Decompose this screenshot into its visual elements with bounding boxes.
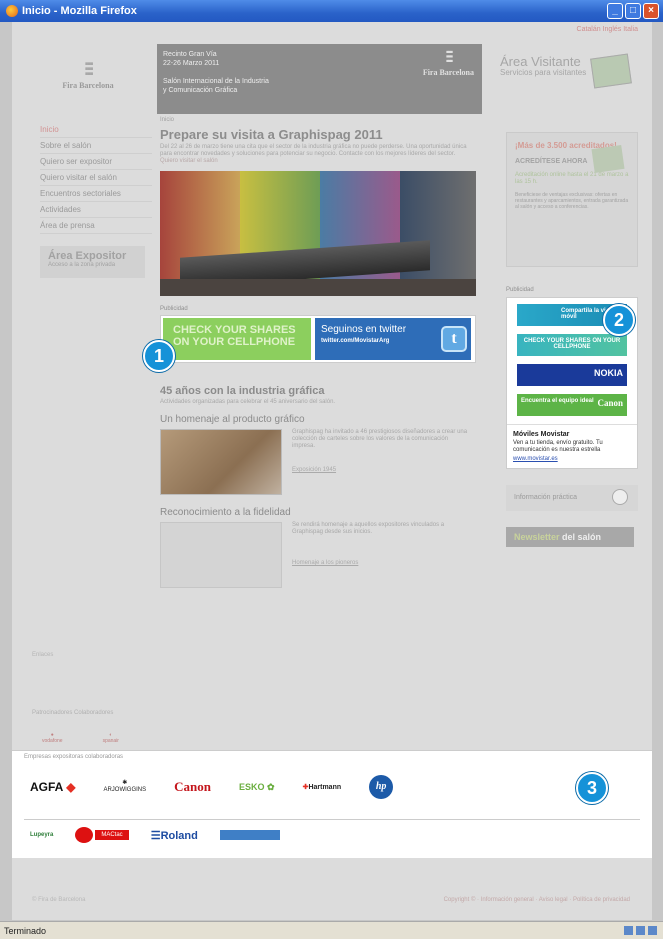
- nav-item-actividades[interactable]: Actividades: [40, 202, 152, 218]
- logo-mactac[interactable]: MACtac: [75, 827, 129, 843]
- ad-check-shares[interactable]: CHECK YOUR SHARES ON YOUR CELLPHONE: [163, 318, 311, 360]
- nav-item-inicio[interactable]: Inicio: [40, 122, 152, 138]
- s2-link[interactable]: Homenaje a los pioneros: [292, 560, 358, 566]
- sponsor-logo-1[interactable]: ● vodafone: [42, 732, 63, 744]
- twitter-icon: t: [441, 326, 467, 352]
- section-sub: Actividades organizadas para celebrar el…: [160, 399, 336, 405]
- page-title: Prepare su visita a Graphispag 2011: [160, 127, 383, 142]
- credential-icon: [591, 145, 625, 173]
- ad-canon[interactable]: Encuentra el equipo ideal Canon: [517, 394, 627, 416]
- badge-2: 2: [603, 304, 635, 336]
- logo-row-1: AGFA ◆ ✱ ARJOWIGGINS Canon ESKO ✿ ✚Hartma…: [30, 775, 394, 799]
- ad-check-shares-small[interactable]: CHECK YOUR SHARES ON YOUR CELLPHONE: [517, 334, 627, 356]
- intro-text: Del 22 al 26 de marzo tiene una cita que…: [160, 144, 467, 164]
- logo-hp[interactable]: hp: [369, 775, 394, 799]
- area-visitante[interactable]: Área Visitante Servicios para visitantes: [500, 53, 640, 112]
- language-links[interactable]: Catalán Inglés Italia: [577, 26, 638, 33]
- s1-block: Graphispag ha invitado a 46 prestigiosos…: [160, 429, 476, 499]
- intro-link[interactable]: Quiero visitar el salón: [160, 158, 218, 164]
- sponsors-heading: Patrocinadores Colaboradores: [32, 710, 114, 716]
- hero-image: [160, 171, 476, 296]
- badge-card-icon: [590, 53, 632, 89]
- logo-lupeyra[interactable]: Lupeyra: [30, 832, 53, 838]
- browser-window: Inicio - Mozilla Firefox _ □ × Catalán I…: [0, 0, 663, 939]
- nav-item-expositor[interactable]: Quiero ser expositor: [40, 154, 152, 170]
- s2-image[interactable]: [160, 522, 282, 588]
- logo-esko[interactable]: ESKO ✿: [239, 782, 275, 793]
- s2-block: Se rendirá homenaje a aquellos expositor…: [160, 522, 476, 592]
- status-bar: Terminado: [0, 921, 663, 939]
- moviles-movistar-ad[interactable]: Móviles Movistar Ven a tu tienda, envío …: [507, 424, 637, 468]
- footer-links[interactable]: Enlaces: [32, 652, 53, 658]
- status-text: Terminado: [4, 926, 47, 936]
- logo-arjowiggins[interactable]: ✱ ARJOWIGGINS: [103, 780, 146, 794]
- ad-banner-movistar[interactable]: CHECK YOUR SHARES ON YOUR CELLPHONE Segu…: [160, 315, 476, 363]
- status-icon: [648, 926, 657, 935]
- publicidad-label: Publicidad: [160, 306, 188, 312]
- acreditacion-box[interactable]: ¡Más de 3.500 acreditados! ACREDÍTESE AH…: [506, 132, 638, 267]
- area-expositor-button[interactable]: Área Expositor Acceso a la zona privada: [40, 246, 145, 278]
- breadcrumb[interactable]: Inicio: [160, 117, 478, 123]
- info-practica-button[interactable]: Información práctica: [506, 485, 638, 511]
- minimize-button[interactable]: _: [607, 3, 623, 19]
- logo-blue[interactable]: [219, 830, 280, 840]
- section-title: 45 años con la industria gráfica: [160, 385, 325, 397]
- status-icon: [624, 926, 633, 935]
- main-content: Inicio Prepare su visita a Graphispag 20…: [160, 117, 478, 592]
- logo-hartmann[interactable]: ✚Hartmann: [303, 783, 342, 791]
- right-column: ¡Más de 3.500 acreditados! ACREDÍTESE AH…: [506, 132, 642, 547]
- legal-links[interactable]: Copyright © · Información general · Avis…: [444, 897, 630, 903]
- title-bar: Inicio - Mozilla Firefox _ □ ×: [0, 0, 663, 22]
- s2-title[interactable]: Reconocimiento a la fidelidad: [160, 507, 478, 518]
- ad-twitter[interactable]: Seguinos en twitter twitter.com/Movistar…: [315, 318, 471, 360]
- badge-1: 1: [143, 340, 175, 372]
- nav-item-sobre[interactable]: Sobre el salón: [40, 138, 152, 154]
- badge-3: 3: [576, 772, 608, 804]
- collab-heading: Empresas expositoras colaboradoras: [24, 754, 124, 760]
- main-nav: Inicio Sobre el salón Quiero ser exposit…: [40, 122, 152, 234]
- nav-item-prensa[interactable]: Área de prensa: [40, 218, 152, 234]
- header-banner[interactable]: Recinto Gran Vía 22-26 Marzo 2011 Salón …: [157, 44, 482, 114]
- s1-link[interactable]: Exposición 1945: [292, 467, 336, 473]
- fira-mark-icon: ⫶⫶⫶: [84, 60, 94, 80]
- s1-image[interactable]: [160, 429, 282, 495]
- banner-brand: ⫶⫶⫶ Fira Barcelona: [422, 50, 474, 77]
- sidebar: Inicio Sobre el salón Quiero ser exposit…: [40, 122, 152, 278]
- logo-roland[interactable]: ☰Roland: [151, 829, 198, 842]
- sponsor-logo-2[interactable]: ◐ spanair: [103, 732, 119, 744]
- collaborator-logos-panel: Empresas expositoras colaboradoras AGFA …: [12, 750, 652, 858]
- maximize-button[interactable]: □: [625, 3, 641, 19]
- movistar-link[interactable]: www.movistar.es: [513, 456, 631, 462]
- close-button[interactable]: ×: [643, 3, 659, 19]
- logo-row-2: Lupeyra MACtac ☰Roland: [30, 827, 280, 843]
- newsletter-button[interactable]: Newsletter del salón: [506, 527, 634, 547]
- publicidad-right-label: Publicidad: [506, 287, 534, 293]
- s1-title[interactable]: Un homenaje al producto gráfico: [160, 414, 478, 425]
- copyright: © Fira de Barcelona: [32, 897, 86, 903]
- logo-canon[interactable]: Canon: [174, 779, 211, 795]
- logo-agfa[interactable]: AGFA ◆: [30, 780, 75, 794]
- nav-item-encuentros[interactable]: Encuentros sectoriales: [40, 186, 152, 202]
- status-icon: [636, 926, 645, 935]
- fira-logo[interactable]: ⫶⫶⫶ Fira Barcelona: [42, 60, 134, 115]
- ad-nokia[interactable]: NOKIA: [517, 364, 627, 386]
- firefox-icon: [6, 5, 18, 17]
- clock-icon: [612, 489, 628, 505]
- sponsor-logos: ● vodafone ◐ spanair: [42, 732, 119, 744]
- nav-item-visitar[interactable]: Quiero visitar el salón: [40, 170, 152, 186]
- window-title: Inicio - Mozilla Firefox: [22, 5, 137, 17]
